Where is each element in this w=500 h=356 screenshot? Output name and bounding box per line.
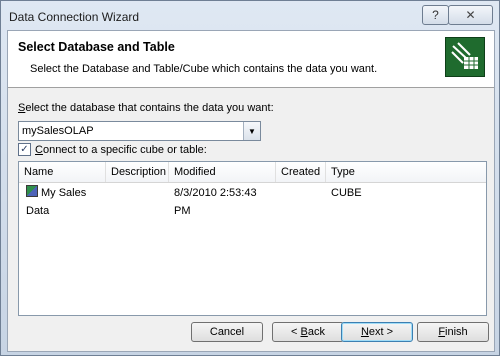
next-label: ext >	[368, 326, 394, 338]
column-header-created[interactable]: Created	[276, 162, 326, 182]
row-modified: 8/3/2010 2:53:43 PM	[174, 187, 257, 217]
page-subtitle: Select the Database and Table/Cube which…	[30, 63, 378, 75]
close-button[interactable]: ✕	[448, 5, 493, 25]
checkmark-icon: ✓	[20, 143, 29, 155]
next-label-accel: N	[360, 326, 369, 338]
connect-cube-label: onnect to a specific cube or table:	[42, 143, 207, 156]
page-title: Select Database and Table	[18, 40, 175, 54]
connect-cube-option[interactable]: ✓ Connect to a specific cube or table:	[18, 143, 207, 156]
cancel-label: Cancel	[209, 326, 245, 338]
column-header-description[interactable]: Description	[106, 162, 169, 182]
cube-icon	[26, 185, 38, 197]
database-select-value: mySalesOLAP	[22, 125, 94, 137]
connect-cube-checkbox[interactable]: ✓	[18, 143, 31, 156]
database-wizard-icon	[445, 37, 485, 77]
finish-button[interactable]: Finish	[417, 322, 489, 342]
cancel-button[interactable]: Cancel	[191, 322, 263, 342]
dialog-client: Select Database and Table Select the Dat…	[7, 30, 495, 352]
connect-cube-label-accel: C	[35, 143, 43, 156]
database-label: Select the database that contains the da…	[18, 102, 274, 114]
title-bar[interactable]: Data Connection Wizard ? ✕	[1, 1, 499, 31]
wizard-header: Select Database and Table Select the Dat…	[8, 31, 494, 88]
cube-table-list[interactable]: Name Description Modified Created Type M…	[18, 161, 487, 316]
back-label-accel: B	[300, 326, 308, 338]
help-button[interactable]: ?	[422, 5, 449, 25]
back-label: ack	[307, 326, 325, 338]
row-type: CUBE	[331, 187, 362, 199]
column-header-name[interactable]: Name	[19, 162, 106, 182]
row-created	[276, 184, 326, 202]
database-select[interactable]: mySalesOLAP ▼	[18, 121, 261, 141]
back-label-prefix: <	[291, 326, 301, 338]
help-icon: ?	[432, 8, 439, 22]
window-title: Data Connection Wizard	[9, 10, 140, 24]
chevron-down-icon: ▼	[248, 126, 256, 136]
row-description	[106, 184, 169, 202]
database-dropdown-button[interactable]: ▼	[243, 122, 260, 140]
finish-label: inish	[445, 326, 468, 338]
database-label-text: elect the database that contains the dat…	[25, 102, 274, 114]
table-row[interactable]: My Sales Data 8/3/2010 2:53:43 PM CUBE	[19, 184, 486, 217]
finish-label-accel: F	[438, 326, 446, 338]
close-icon: ✕	[465, 8, 476, 22]
back-button[interactable]: < Back	[272, 322, 344, 342]
list-header: Name Description Modified Created Type	[19, 162, 486, 183]
column-header-type[interactable]: Type	[326, 162, 486, 182]
dialog-window: Data Connection Wizard ? ✕ Select Databa…	[0, 0, 500, 356]
column-header-modified[interactable]: Modified	[169, 162, 276, 182]
next-button[interactable]: Next >	[341, 322, 413, 342]
row-name-cell: My Sales Data	[21, 184, 111, 217]
